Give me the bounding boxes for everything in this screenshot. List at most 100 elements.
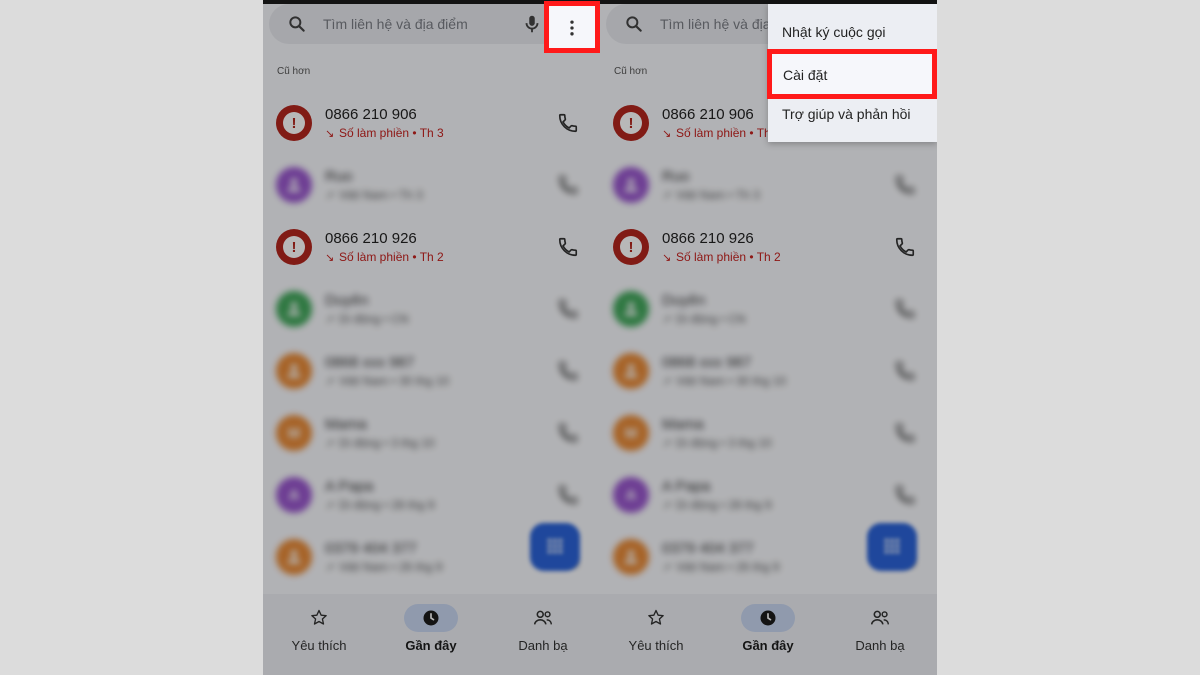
contact-name: 0379 404 377: [662, 540, 754, 557]
call-button-icon[interactable]: [894, 422, 916, 444]
menu-item-help-feedback[interactable]: Trợ giúp và phản hồi: [768, 94, 937, 134]
nav-item-star[interactable]: Yêu thích: [600, 594, 712, 664]
avatar: A: [276, 477, 312, 513]
call-button-icon[interactable]: [557, 236, 579, 258]
call-log-item[interactable]: 0868 xxx 987 ↗ Việt Nam • 30 thg 10: [263, 340, 600, 402]
nav-item-people[interactable]: Danh bạ: [824, 594, 936, 664]
call-log-item[interactable]: Ruo ↗ Việt Nam • Th 3: [600, 154, 937, 216]
call-log-item[interactable]: 0868 xxx 987 ↗ Việt Nam • 30 thg 10: [600, 340, 937, 402]
avatar: [613, 291, 649, 327]
contact-name: 0868 xxx 987: [325, 354, 415, 371]
call-detail: ↗ Di động • CN: [662, 312, 746, 326]
nav-label: Danh bạ: [855, 638, 905, 653]
outgoing-call-icon: ↗: [325, 314, 335, 326]
contact-name: A Papa: [662, 478, 711, 495]
call-button-icon[interactable]: [557, 298, 579, 320]
star-icon: [292, 604, 346, 632]
bottom-nav: Yêu thích Gần đây Danh bạ: [263, 594, 600, 675]
call-button-icon[interactable]: [557, 484, 579, 506]
outgoing-call-icon: ↗: [662, 438, 672, 450]
dialpad-icon: [884, 538, 900, 554]
avatar: [276, 167, 312, 203]
dialpad-button[interactable]: [530, 523, 580, 571]
outgoing-call-icon: ↗: [662, 314, 672, 326]
menu-item-settings[interactable]: Cài đặt: [767, 49, 937, 99]
nav-item-star[interactable]: Yêu thích: [263, 594, 375, 664]
star-icon: [629, 604, 683, 632]
call-button-icon[interactable]: [557, 174, 579, 196]
bottom-nav: Yêu thích Gần đây Danh bạ: [600, 594, 937, 675]
call-detail: ↗ Việt Nam • 26 thg 9: [662, 560, 780, 574]
call-button-icon[interactable]: [557, 360, 579, 382]
call-button-icon[interactable]: [894, 484, 916, 506]
call-log-item[interactable]: M Mama ↗ Di động • 3 thg 10: [600, 402, 937, 464]
call-detail: ↗ Việt Nam • 26 thg 9: [325, 560, 443, 574]
missed-call-icon: ↘: [662, 128, 672, 140]
call-button-icon[interactable]: [557, 112, 579, 134]
clock-icon: [404, 604, 458, 632]
call-detail: ↘ Số làm phiền • Th 2: [325, 250, 444, 264]
nav-label: Gần đây: [405, 638, 457, 653]
contact-name: 0866 210 926: [662, 230, 754, 247]
call-detail: ↗ Việt Nam • Th 3: [325, 188, 423, 202]
call-log-item[interactable]: Ruo ↗ Việt Nam • Th 3: [263, 154, 600, 216]
call-detail: ↘ Số làm phiền • Th 3: [662, 126, 781, 140]
contact-name: 0868 xxx 987: [662, 354, 752, 371]
call-detail: ↗ Di động • CN: [325, 312, 409, 326]
nav-label: Gần đây: [742, 638, 794, 653]
dialpad-button[interactable]: [867, 523, 917, 571]
contact-name: Mama: [662, 416, 704, 433]
nav-item-clock[interactable]: Gần đây: [375, 594, 487, 664]
outgoing-call-icon: ↗: [662, 190, 672, 202]
call-button-icon[interactable]: [894, 298, 916, 320]
call-log-item[interactable]: A A Papa ↗ Di động • 28 thg 9: [263, 464, 600, 526]
nav-item-people[interactable]: Danh bạ: [487, 594, 599, 664]
contact-name: Duyên: [662, 292, 706, 309]
outgoing-call-icon: ↗: [325, 190, 335, 202]
contact-name: 0379 404 377: [325, 540, 417, 557]
call-button-icon[interactable]: [894, 174, 916, 196]
section-label: Cũ hơn: [614, 66, 648, 77]
dialpad-icon: [547, 538, 563, 554]
outgoing-call-icon: ↗: [325, 500, 335, 512]
spam-warning-icon: !: [276, 229, 312, 265]
call-log-item[interactable]: Duyên ↗ Di động • CN: [600, 278, 937, 340]
call-detail: ↗ Di động • 28 thg 9: [662, 498, 772, 512]
search-icon: [626, 16, 642, 32]
call-log-item[interactable]: ! 0866 210 906 ↘ Số làm phiền • Th 3: [263, 92, 600, 154]
call-log-item[interactable]: ! 0866 210 926 ↘ Số làm phiền • Th 2: [263, 216, 600, 278]
outgoing-call-icon: ↗: [325, 376, 335, 388]
call-detail: ↗ Di động • 3 thg 10: [325, 436, 435, 450]
more-vert-icon[interactable]: [562, 18, 582, 38]
search-placeholder: Tìm liên hệ và địa điểm: [323, 16, 468, 32]
menu-item-call-history[interactable]: Nhật ký cuộc gọi: [768, 12, 937, 52]
call-log-item[interactable]: Duyên ↗ Di động • CN: [263, 278, 600, 340]
contact-name: Mama: [325, 416, 367, 433]
call-log-item[interactable]: M Mama ↗ Di động • 3 thg 10: [263, 402, 600, 464]
mic-icon[interactable]: [521, 13, 543, 35]
contact-name: 0866 210 906: [325, 106, 417, 123]
people-icon: [516, 604, 570, 632]
contact-name: Duyên: [325, 292, 369, 309]
avatar: [276, 291, 312, 327]
call-button-icon[interactable]: [894, 360, 916, 382]
avatar: M: [276, 415, 312, 451]
avatar: [613, 539, 649, 575]
avatar: M: [613, 415, 649, 451]
nav-item-clock[interactable]: Gần đây: [712, 594, 824, 664]
avatar: [613, 167, 649, 203]
contact-name: 0866 210 906: [662, 106, 754, 123]
contact-name: Ruo: [662, 168, 690, 185]
spam-warning-icon: !: [613, 229, 649, 265]
call-detail: ↗ Việt Nam • Th 3: [662, 188, 760, 202]
spam-warning-icon: !: [276, 105, 312, 141]
call-log-item[interactable]: ! 0866 210 926 ↘ Số làm phiền • Th 2: [600, 216, 937, 278]
contact-name: Ruo: [325, 168, 353, 185]
section-label: Cũ hơn: [277, 66, 311, 77]
clock-icon: [741, 604, 795, 632]
call-log-item[interactable]: A A Papa ↗ Di động • 28 thg 9: [600, 464, 937, 526]
outgoing-call-icon: ↗: [325, 562, 335, 574]
call-button-icon[interactable]: [894, 236, 916, 258]
more-options-highlight[interactable]: [544, 1, 600, 53]
call-button-icon[interactable]: [557, 422, 579, 444]
